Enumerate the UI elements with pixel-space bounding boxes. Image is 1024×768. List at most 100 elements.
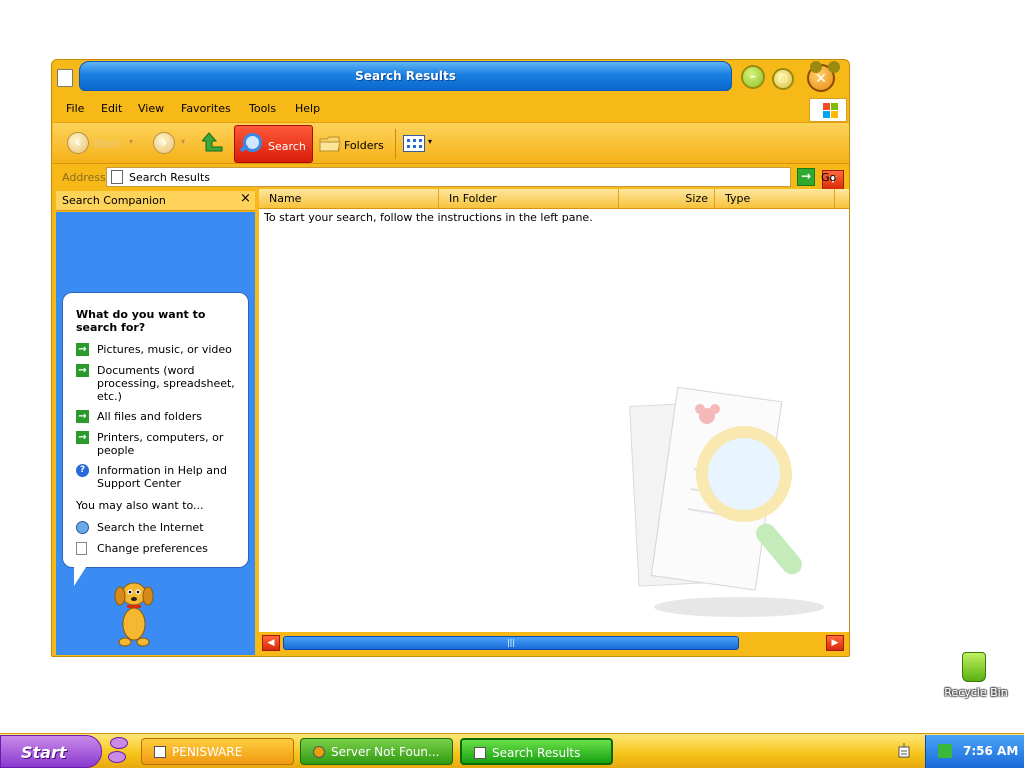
option-label: Printers, computers, or people (97, 431, 224, 457)
forward-arrow-icon: › (161, 135, 167, 151)
address-label: Address (62, 171, 106, 184)
close-icon: ✕ (815, 71, 827, 87)
mickey-gloves-icon (106, 737, 128, 765)
column-label: Size (685, 192, 708, 205)
taskbar-item-search-results[interactable]: Search Results (460, 738, 613, 765)
option-label: Documents (word processing, spreadsheet,… (97, 364, 235, 403)
option-pictures-music-video[interactable]: → Pictures, music, or video (76, 343, 246, 357)
menu-edit[interactable]: Edit (101, 102, 122, 115)
folder-icon (319, 136, 341, 152)
also-want-heading: You may also want to... (76, 499, 204, 512)
search-dog-icon[interactable] (109, 580, 159, 650)
column-label: In Folder (449, 192, 497, 205)
green-arrow-icon: → (76, 364, 89, 377)
horizontal-scrollbar[interactable]: ◀ ||| ▶ (259, 634, 849, 652)
search-results-icon (474, 747, 486, 759)
task-label: PENISWARE (172, 745, 243, 759)
preferences-icon (76, 542, 87, 555)
back-label: Back (94, 137, 121, 150)
column-size[interactable]: Size (619, 189, 715, 208)
window-system-icon[interactable] (57, 69, 73, 87)
taskbar: Start PENISWARE Server Not Foun... Searc… (0, 733, 1024, 768)
search-companion-pane: What do you want to search for? → Pictur… (56, 212, 255, 655)
address-value: Search Results (129, 171, 211, 184)
maximize-button[interactable]: ▢ (772, 68, 794, 90)
empty-results-message: To start your search, follow the instruc… (264, 211, 593, 224)
option-documents[interactable]: → Documents (word processing, spreadshee… (76, 364, 246, 404)
forward-dropdown-icon[interactable]: ▾ (181, 137, 185, 146)
menu-file[interactable]: File (66, 102, 84, 115)
green-arrow-icon: → (76, 410, 89, 423)
toolbar-separator (395, 129, 396, 159)
up-folder-button[interactable] (200, 131, 224, 155)
maximize-icon: ▢ (778, 73, 788, 84)
taskbar-item-penisware[interactable]: PENISWARE (141, 738, 294, 765)
menu-view[interactable]: View (138, 102, 164, 115)
minimize-button[interactable]: – (741, 65, 765, 89)
column-type[interactable]: Type (715, 189, 835, 208)
recycle-bin-label: Recycle Bin (944, 686, 1008, 699)
option-help-support[interactable]: ? Information in Help and Support Center (76, 464, 246, 491)
option-printers-computers-people[interactable]: → Printers, computers, or people (76, 431, 246, 458)
go-arrow-icon[interactable]: → (797, 168, 815, 186)
recycle-bin-desktop-icon[interactable]: Recycle Bin (938, 650, 1014, 710)
scroll-right-button[interactable]: ▶ (826, 635, 844, 651)
column-in-folder[interactable]: In Folder (439, 189, 619, 208)
keyboard-language-icon[interactable] (898, 743, 910, 759)
mickey-ear-icon (828, 61, 840, 73)
option-label: Information in Help and Support Center (97, 464, 227, 490)
clock[interactable]: 7:56 AM (963, 744, 1018, 758)
scrollbar-thumb[interactable]: ||| (283, 636, 739, 650)
task-label: Search Results (492, 746, 581, 760)
folders-label: Folders (344, 139, 384, 152)
results-column-header: Name In Folder Size Type (259, 189, 849, 209)
menu-help[interactable]: Help (295, 102, 320, 115)
address-bar: Address Search Results ▼ → Go (53, 165, 849, 190)
search-button[interactable]: Search (234, 125, 313, 163)
search-results-icon (111, 170, 123, 184)
views-button[interactable]: ▾ (403, 133, 439, 155)
results-list[interactable]: To start your search, follow the instruc… (259, 209, 849, 632)
option-label: Change preferences (97, 542, 208, 555)
mickey-ear-icon (810, 61, 822, 73)
toolbar: ‹ Back ▾ › ▾ Search Folders ▾ (53, 122, 849, 164)
folders-button[interactable]: Folders (317, 125, 387, 163)
column-name[interactable]: Name (259, 189, 439, 208)
network-icon[interactable] (938, 744, 952, 758)
back-arrow-icon: ‹ (75, 135, 81, 151)
option-all-files-folders[interactable]: → All files and folders (76, 410, 246, 424)
bubble-tail (74, 564, 88, 586)
taskbar-item-server-not-found[interactable]: Server Not Foun... (300, 738, 453, 765)
search-companion-title: Search Companion (62, 194, 166, 207)
views-dropdown-icon: ▾ (428, 137, 433, 146)
start-button[interactable]: Start (0, 735, 102, 768)
option-search-internet[interactable]: Search the Internet (76, 521, 246, 535)
menu-tools[interactable]: Tools (249, 102, 276, 115)
task-label: Server Not Foun... (331, 745, 440, 759)
forward-button[interactable]: › (153, 132, 175, 154)
window-title: Search Results (355, 69, 456, 83)
option-label: Pictures, music, or video (97, 343, 232, 356)
title-bar[interactable]: Search Results (79, 61, 732, 91)
search-watermark-icon (629, 386, 824, 617)
green-arrow-icon: → (76, 343, 89, 356)
menu-favorites[interactable]: Favorites (181, 102, 231, 115)
close-pane-icon[interactable]: × (240, 191, 251, 206)
start-label: Start (21, 743, 67, 762)
minimize-icon: – (750, 69, 756, 83)
views-icon (403, 135, 425, 152)
go-button[interactable]: Go (821, 171, 836, 184)
search-options-bubble: What do you want to search for? → Pictur… (62, 292, 249, 568)
browser-icon (313, 746, 325, 758)
scroll-left-button[interactable]: ◀ (262, 635, 280, 651)
back-button[interactable]: ‹ (67, 132, 89, 154)
address-field[interactable]: Search Results ▼ (106, 167, 844, 190)
help-icon: ? (76, 464, 89, 477)
back-dropdown-icon[interactable]: ▾ (129, 137, 133, 146)
explorer-window: Search Results – ▢ ✕ File Edit View Favo… (51, 59, 850, 657)
option-label: Search the Internet (97, 521, 204, 534)
recycle-bin-icon (962, 652, 986, 682)
option-change-preferences[interactable]: Change preferences (76, 542, 246, 556)
option-label: All files and folders (97, 410, 202, 423)
column-label: Type (725, 192, 751, 205)
